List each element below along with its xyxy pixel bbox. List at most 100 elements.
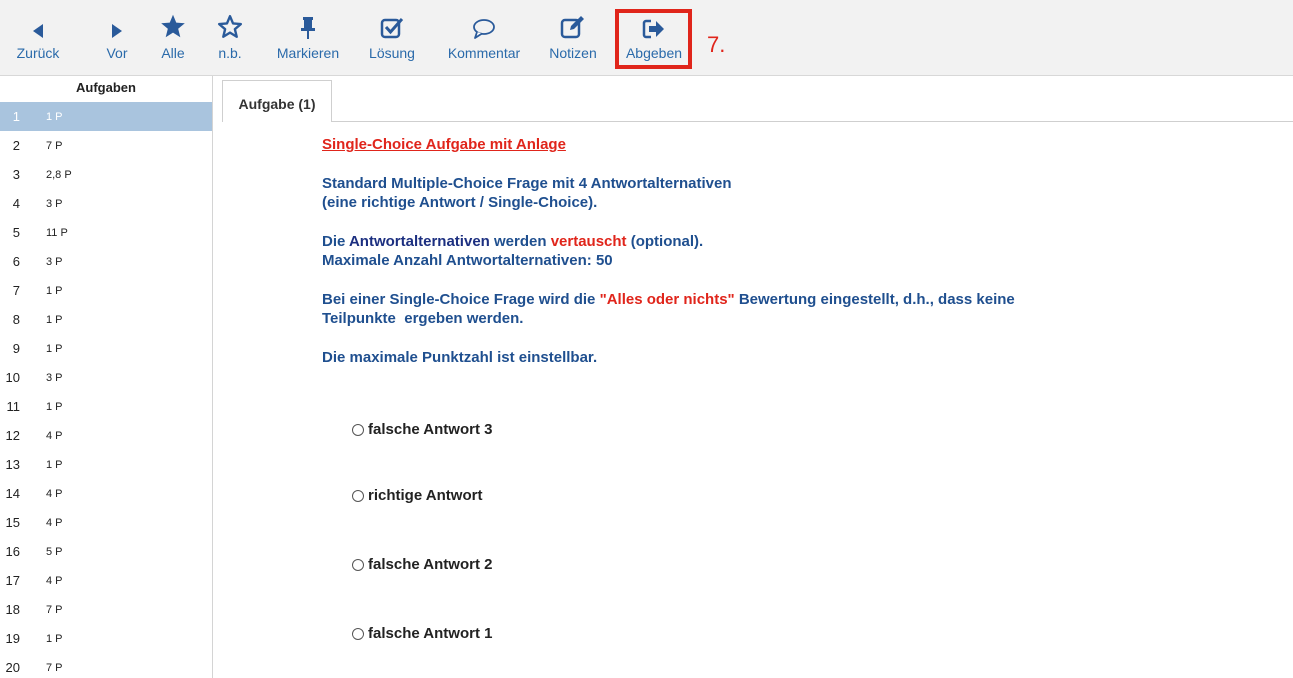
- answer-option-2[interactable]: richtige Antwort: [352, 487, 482, 504]
- task-points: 4 P: [46, 487, 63, 500]
- answer-option-label: richtige Antwort: [368, 487, 483, 504]
- triangle-left-icon: [31, 10, 45, 40]
- task-number: 2: [12, 138, 20, 153]
- solution-button[interactable]: Lösung: [366, 10, 418, 70]
- task-list-item[interactable]: 13 1 P: [0, 450, 212, 479]
- text-optional: (optional).: [630, 233, 704, 250]
- text-vertauscht: vertauscht: [550, 233, 627, 250]
- task-list-item[interactable]: 2 7 P: [0, 131, 212, 160]
- solution-button-label: Lösung: [369, 45, 415, 61]
- task-points: 3 P: [46, 371, 63, 384]
- task-number: 4: [12, 196, 20, 211]
- paragraph-shuffle: Die Antwortalternativen werden vertausch…: [322, 232, 1202, 270]
- text-scoring-c: Bewertung eingestellt, d.h., dass keine: [738, 291, 1015, 308]
- comment-button-label: Kommentar: [447, 45, 521, 61]
- task-number: 15: [5, 515, 20, 530]
- paragraph-shuffle-line1: Die Antwortalternativen werden vertausch…: [322, 232, 1202, 251]
- task-list-item[interactable]: 4 3 P: [0, 189, 212, 218]
- task-points: 1 P: [46, 400, 63, 413]
- task-number: 17: [5, 573, 20, 588]
- checkbox-icon: [380, 10, 404, 40]
- task-number: 6: [12, 254, 20, 269]
- task-list-item[interactable]: 12 4 P: [0, 421, 212, 450]
- task-list-item[interactable]: 6 3 P: [0, 247, 212, 276]
- question-content: Single-Choice Aufgabe mit Anlage Standar…: [322, 135, 1202, 367]
- text-antwortalternativen: Antwortalternativen: [348, 233, 490, 250]
- mark-button[interactable]: Markieren: [272, 10, 344, 70]
- answer-option-3[interactable]: falsche Antwort 2: [352, 556, 492, 573]
- task-number: 16: [5, 544, 20, 559]
- all-button[interactable]: Alle: [156, 10, 190, 70]
- task-list-item[interactable]: 17 4 P: [0, 566, 212, 595]
- submit-highlight-frame: [615, 9, 692, 69]
- toolbar: Zurück Vor Alle n.b. Markieren Lösung Ko…: [0, 0, 1293, 76]
- forward-button-label: Vor: [106, 45, 128, 61]
- task-list-item[interactable]: 10 3 P: [0, 363, 212, 392]
- task-number: 13: [5, 457, 20, 472]
- text-die: Die: [322, 233, 346, 250]
- paragraph-scoring: Bei einer Single-Choice Frage wird die "…: [322, 290, 1202, 328]
- tab-task-1[interactable]: Aufgabe (1): [222, 80, 332, 122]
- task-list-item[interactable]: 8 1 P: [0, 305, 212, 334]
- not-answered-button[interactable]: n.b.: [213, 10, 247, 70]
- notes-button[interactable]: Notizen: [545, 10, 601, 70]
- task-list-item[interactable]: 18 7 P: [0, 595, 212, 624]
- task-list-item[interactable]: 9 1 P: [0, 334, 212, 363]
- paragraph-scoring-line2: Teilpunkte ergeben werden.: [322, 310, 524, 327]
- radio-button[interactable]: [352, 558, 364, 571]
- task-points: 3 P: [46, 255, 63, 268]
- task-list-item[interactable]: 15 4 P: [0, 508, 212, 537]
- task-points: 1 P: [46, 632, 63, 645]
- task-number: 1: [12, 109, 20, 124]
- answer-option-label: falsche Antwort 2: [368, 556, 493, 573]
- speech-bubble-icon: [471, 10, 497, 40]
- paragraph-scoring-line1: Bei einer Single-Choice Frage wird die "…: [322, 290, 1202, 309]
- task-list-item[interactable]: 14 4 P: [0, 479, 212, 508]
- task-points: 1 P: [46, 284, 63, 297]
- task-points: 1 P: [46, 342, 63, 355]
- task-number: 12: [5, 428, 20, 443]
- task-list: 11 P27 P 3 2,8 P43 P 5 11 P63 P71 P81 P91 P1…: [0, 102, 212, 678]
- task-list-item[interactable]: 19 1 P: [0, 624, 212, 653]
- task-points: 7 P: [46, 661, 63, 674]
- radio-button[interactable]: [352, 627, 364, 640]
- main-panel: Aufgabe (1) Single-Choice Aufgabe mit An…: [222, 80, 1293, 678]
- task-list-item[interactable]: 5 11 P: [0, 218, 212, 247]
- paragraph-intro-line2: (eine richtige Antwort / Single-Choice).: [322, 194, 598, 211]
- task-points: 1 P: [46, 110, 63, 123]
- task-list-item[interactable]: 1 1 P: [0, 102, 212, 131]
- text-all-or-nothing: "Alles oder nichts": [599, 291, 735, 308]
- step-annotation: 7.: [707, 32, 726, 57]
- task-list-item[interactable]: 16 5 P: [0, 537, 212, 566]
- comment-button[interactable]: Kommentar: [438, 10, 530, 70]
- task-number: 20: [5, 660, 20, 675]
- task-sidebar: Aufgaben 11 P27 P 3 2,8 P43 P 5 11 P63 P71 P…: [0, 76, 213, 678]
- task-number: 8: [12, 312, 20, 327]
- back-button-label: Zurück: [16, 45, 60, 61]
- task-list-item[interactable]: 11 1 P: [0, 392, 212, 421]
- notes-button-label: Notizen: [549, 45, 597, 61]
- task-list-item[interactable]: 3 2,8 P: [0, 160, 212, 189]
- task-number: 10: [5, 370, 20, 385]
- answer-option-label: falsche Antwort 1: [368, 625, 493, 642]
- back-button[interactable]: Zurück: [16, 10, 60, 70]
- answer-option-1[interactable]: falsche Antwort 3: [352, 421, 492, 438]
- task-points: 11 P: [46, 226, 68, 239]
- task-number: 18: [5, 602, 20, 617]
- radio-button[interactable]: [352, 423, 364, 436]
- task-points: 1 P: [46, 313, 63, 326]
- task-list-item[interactable]: 7 1 P: [0, 276, 212, 305]
- task-points: 7 P: [46, 603, 63, 616]
- forward-button[interactable]: Vor: [100, 10, 134, 70]
- paragraph-max-points: Die maximale Punktzahl ist einstellbar.: [322, 349, 598, 366]
- answer-option-4[interactable]: falsche Antwort 1: [352, 625, 492, 642]
- paragraph-intro: Standard Multiple-Choice Frage mit 4 Ant…: [322, 174, 1202, 212]
- radio-button[interactable]: [352, 489, 364, 502]
- task-number: 19: [5, 631, 20, 646]
- task-list-item[interactable]: 20 7 P: [0, 653, 212, 678]
- triangle-right-icon: [110, 10, 124, 40]
- task-points: 2,8 P: [46, 168, 72, 181]
- mark-button-label: Markieren: [276, 45, 340, 61]
- task-points: 5 P: [46, 545, 63, 558]
- paragraph-intro-line1: Standard Multiple-Choice Frage mit 4 Ant…: [322, 175, 732, 192]
